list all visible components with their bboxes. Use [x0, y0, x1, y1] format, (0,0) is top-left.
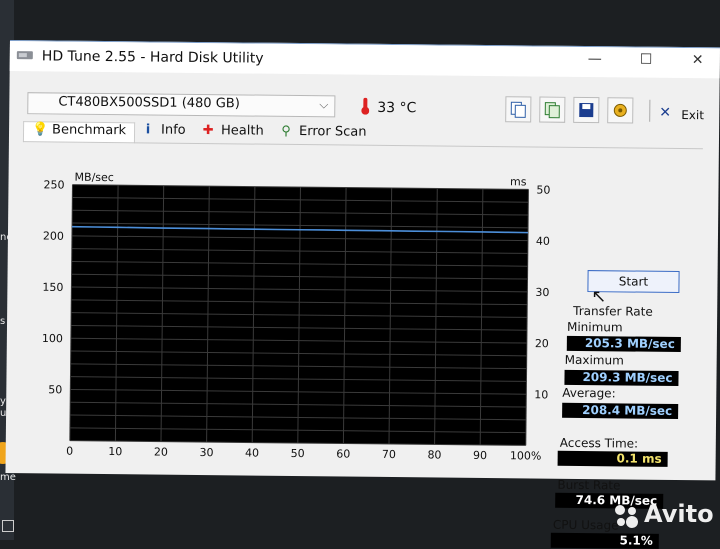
x-tick-label: 10 [108, 445, 122, 458]
save-icon [579, 102, 594, 118]
avito-logo-icon [615, 505, 638, 528]
transfer-rate-title: Transfer Rate [573, 303, 653, 319]
chevron-down-icon: ⌵ [319, 97, 329, 112]
y-tick-label: 250 [43, 178, 64, 191]
y2-tick-label: 20 [535, 337, 549, 350]
y2-tick-label: 10 [534, 388, 548, 401]
maximize-button[interactable]: ☐ [640, 52, 653, 68]
copy-screenshot-icon [544, 102, 560, 119]
tab-label: Error Scan [298, 124, 367, 140]
desktop-text: me [0, 472, 16, 483]
x-tick-label: 50 [291, 447, 305, 460]
maximum-value: 209.3 MB/sec [564, 369, 679, 387]
desktop-checkbox-icon[interactable] [2, 520, 14, 532]
tab-health[interactable]: ✚ Health [201, 123, 264, 144]
y-tick-label: 50 [48, 383, 62, 396]
transfer-rate-chart: 0 10 20 30 40 50 60 70 80 90 100% 250 200 150 100 50 50 4… [42, 171, 551, 463]
y-tick-label: 100 [42, 332, 63, 345]
bulb-icon: 💡 [31, 122, 49, 138]
copy-text-icon [510, 101, 526, 118]
minimum-value: 205.3 MB/sec [566, 335, 681, 353]
x-tick-label: 80 [427, 448, 441, 461]
tab-info[interactable]: i Info [141, 122, 186, 142]
burst-rate-label: Burst Rate [557, 477, 621, 493]
y-axis-label: MB/sec [74, 171, 113, 184]
x-tick-label: 60 [336, 447, 350, 460]
tab-label: Info [160, 122, 186, 138]
x-tick-label: 70 [382, 448, 396, 461]
thermometer-icon [361, 97, 370, 115]
access-time-label: Access Time: [559, 435, 639, 451]
access-time-value: 0.1 ms [557, 450, 668, 467]
y-tick-label: 200 [43, 230, 64, 243]
maximum-label: Maximum [564, 352, 624, 368]
app-disk-icon [16, 51, 33, 60]
options-button[interactable] [607, 97, 634, 124]
tab-label: Benchmark [51, 122, 127, 139]
x-tick-label: 100% [510, 449, 542, 462]
tab-error-scan[interactable]: ⚲ Error Scan [279, 123, 367, 145]
options-icon [613, 103, 627, 117]
close-button[interactable]: ✕ [692, 52, 704, 68]
benchmark-panel: 0 10 20 30 40 50 60 70 80 90 100% 250 200 150 100 50 50 4… [5, 142, 718, 549]
tab-benchmark[interactable]: 💡 Benchmark [22, 121, 136, 144]
copy-screenshot-button[interactable] [539, 96, 566, 123]
avito-watermark: Avito [644, 500, 714, 528]
drive-select-value: CT480BX500SSD1 (480 GB) [58, 94, 240, 112]
tab-label: Health [220, 123, 264, 139]
x-tick-label: 0 [66, 445, 73, 458]
y2-tick-label: 50 [536, 184, 550, 197]
cpu-usage-label: CPU Usage [552, 517, 619, 533]
y2-tick-label: 40 [536, 235, 550, 248]
minimum-label: Minimum [566, 319, 623, 335]
x-tick-label: 40 [245, 446, 259, 459]
cpu-usage-value: 5.1% [550, 532, 659, 549]
desktop-text: s [0, 316, 6, 327]
minimize-button[interactable]: — [588, 51, 602, 67]
info-icon: i [145, 122, 151, 138]
window-title: HD Tune 2.55 - Hard Disk Utility [41, 48, 264, 67]
title-bar[interactable]: HD Tune 2.55 - Hard Disk Utility — ☐ ✕ [9, 40, 720, 79]
exit-icon[interactable]: ✕ [659, 105, 671, 121]
average-value: 208.4 MB/sec [562, 402, 679, 420]
health-cross-icon: ✚ [202, 123, 214, 139]
save-button[interactable] [573, 96, 600, 124]
y2-tick-label: 30 [535, 286, 549, 299]
temperature-readout: 33 °C [377, 99, 417, 117]
exit-button[interactable]: Exit [681, 108, 704, 122]
drive-select[interactable]: CT480BX500SSD1 (480 GB) ⌵ [27, 92, 336, 118]
average-label: Average: [562, 385, 616, 401]
x-tick-label: 20 [154, 446, 168, 459]
hdtune-window: HD Tune 2.55 - Hard Disk Utility — ☐ ✕ C… [5, 40, 720, 549]
x-tick-label: 90 [473, 449, 487, 462]
magnifier-icon: ⚲ [281, 123, 291, 139]
y-tick-label: 150 [42, 281, 63, 294]
y2-axis-label: ms [510, 175, 527, 188]
toolbar-separator [649, 99, 651, 122]
x-tick-label: 30 [199, 446, 213, 459]
copy-text-button[interactable] [505, 96, 532, 123]
